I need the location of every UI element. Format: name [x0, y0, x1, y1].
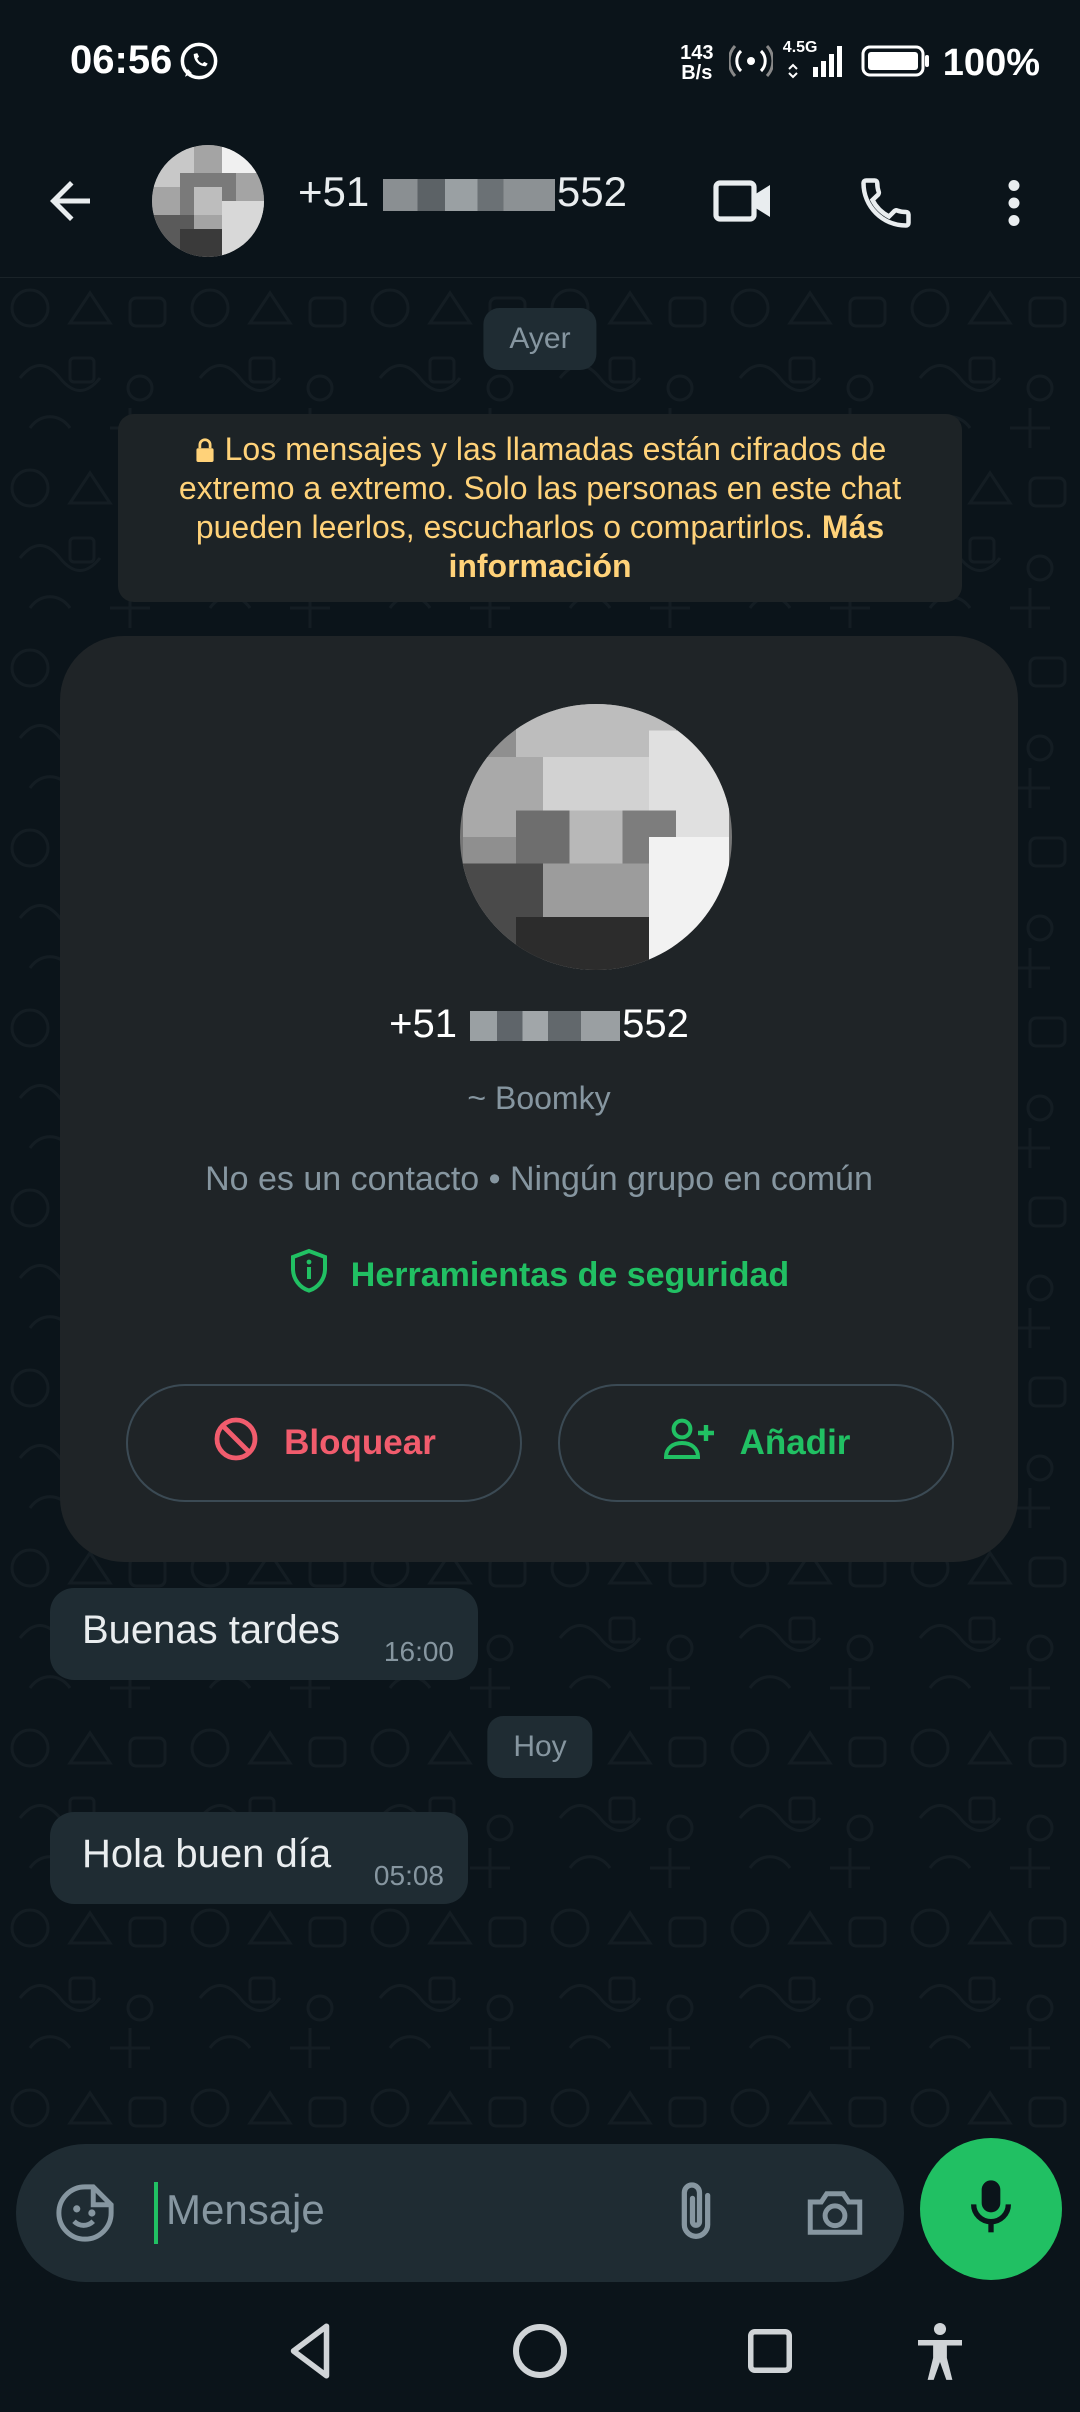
net-speed: 143 B/s: [677, 43, 717, 83]
chat-area[interactable]: Ayer Los mensajes y las llamadas están c…: [0, 278, 1080, 2130]
battery-percent: 100%: [942, 41, 1040, 84]
back-arrow-icon[interactable]: [40, 171, 100, 236]
net-speed-unit: B/s: [681, 62, 713, 84]
add-contact-button[interactable]: Añadir: [558, 1384, 954, 1502]
network-type: 4.5G: [782, 38, 818, 56]
title-prefix: +51: [298, 168, 370, 215]
card-phone-number: +51 552: [60, 1002, 1018, 1047]
phone-call-icon[interactable]: [856, 173, 916, 238]
card-contact-info: No es un contacto • Ningún grupo en comú…: [205, 1160, 873, 1198]
security-tools-link[interactable]: Herramientas de seguridad: [60, 1248, 1018, 1303]
signal-icon: 4.5G: [783, 39, 849, 84]
card-push-name: ~ Boomky: [467, 1080, 611, 1116]
message-bubble[interactable]: Hola buen día 05:08: [50, 1812, 468, 1904]
nav-recents-icon[interactable]: [742, 2318, 798, 2389]
add-label: Añadir: [739, 1423, 851, 1462]
contact-info-card: +51 552 ~ Boomky No es un contacto • Nin…: [60, 636, 1018, 1562]
message-time: 05:08: [373, 1860, 444, 1891]
nav-back-icon[interactable]: [282, 2318, 338, 2389]
message-bubble[interactable]: Buenas tardes 16:00: [50, 1588, 478, 1680]
add-person-icon: [662, 1417, 716, 1470]
contact-avatar[interactable]: [152, 145, 264, 257]
date-chip-today: Hoy: [487, 1716, 593, 1778]
card-phone-suffix: 552: [622, 1002, 689, 1046]
message-time: 16:00: [383, 1636, 454, 1667]
message-composer: Mensaje: [16, 2144, 904, 2282]
encryption-text: Los mensajes y las llamadas están cifrad…: [178, 431, 902, 545]
more-options-icon[interactable]: [996, 173, 1032, 238]
redacted-number: [470, 1011, 621, 1042]
status-bar: 06:56 143 B/s 4.5G 100%: [0, 0, 1080, 125]
message-text: Hola buen día: [82, 1832, 332, 1876]
title-suffix: 552: [556, 168, 627, 215]
date-chip-yesterday: Ayer: [483, 308, 597, 370]
whatsapp-icon: [178, 40, 220, 87]
block-button[interactable]: Bloquear: [126, 1384, 522, 1502]
message-input[interactable]: Mensaje: [166, 2186, 325, 2234]
message-text: Buenas tardes: [82, 1608, 340, 1652]
block-label: Bloquear: [284, 1423, 436, 1462]
status-time: 06:56: [70, 38, 173, 82]
security-tools-label: Herramientas de seguridad: [350, 1256, 790, 1294]
card-phone-prefix: +51: [389, 1002, 457, 1046]
lock-icon: [194, 431, 216, 467]
battery-icon: [861, 43, 931, 84]
sticker-icon[interactable]: [52, 2180, 118, 2251]
hotspot-icon: [727, 43, 775, 84]
block-icon: [212, 1415, 260, 1472]
encryption-notice[interactable]: Los mensajes y las llamadas están cifrad…: [118, 414, 962, 602]
shield-icon: [289, 1248, 329, 1303]
net-speed-value: 143: [680, 42, 714, 64]
chat-title[interactable]: +51 552: [298, 168, 627, 216]
text-caret: [154, 2182, 158, 2244]
chat-header: +51 552: [0, 125, 1080, 278]
nav-home-icon[interactable]: [510, 2318, 570, 2389]
voice-message-button[interactable]: [920, 2138, 1062, 2280]
camera-icon[interactable]: [802, 2180, 868, 2251]
accessibility-icon[interactable]: [910, 2318, 970, 2389]
contact-profile-photo[interactable]: [460, 704, 732, 970]
attach-icon[interactable]: [666, 2178, 726, 2253]
video-call-icon[interactable]: [712, 173, 776, 234]
microphone-icon: [963, 2175, 1019, 2244]
system-navigation-bar: [0, 2296, 1080, 2412]
redacted-number: [382, 178, 555, 211]
status-indicators: 143 B/s 4.5G 100%: [677, 38, 1040, 88]
